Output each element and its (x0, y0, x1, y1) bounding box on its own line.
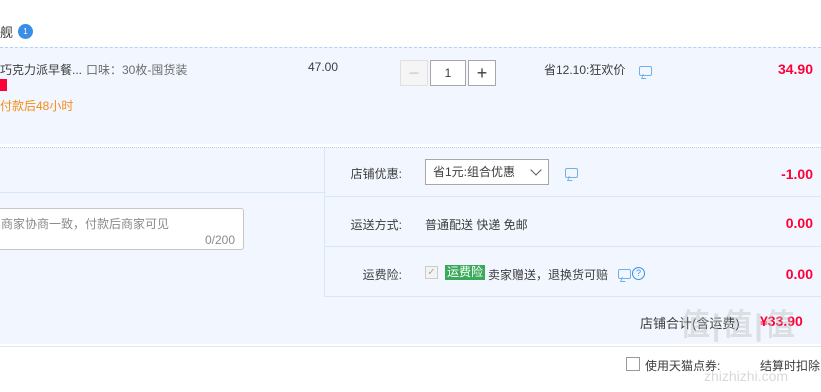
insurance-amount: 0.00 (785, 266, 813, 282)
coupon-amount: -1.00 (781, 166, 813, 182)
watermark: 值|值|值 (680, 309, 797, 342)
wangwang-chat-icon[interactable]: 1 (18, 24, 33, 39)
promo-text: 省12.10:狂欢价 (544, 63, 626, 77)
divider (324, 196, 821, 197)
shop-name[interactable]: 舰 (0, 22, 13, 41)
qty-decrease-button[interactable]: − (400, 60, 428, 86)
item-attributes: 口味：30枚-囤货装 (86, 63, 188, 77)
coupon-comment-icon[interactable] (565, 168, 578, 178)
qty-increase-button[interactable]: + (468, 60, 496, 86)
buyer-message-textarea[interactable]: 商家协商一致，付款后商家可见 0/200 (0, 208, 244, 250)
message-char-count: 0/200 (204, 233, 235, 247)
shipping-insurance-label: 运费险: (362, 268, 402, 282)
divider (324, 296, 821, 297)
shipping-amount: 0.00 (785, 215, 813, 231)
item-subtotal: 34.90 (777, 61, 813, 77)
insurance-description: 卖家赠送，退换货可赔 (488, 268, 609, 282)
shop-coupon-label: 店铺优惠: (350, 167, 402, 181)
divider (0, 192, 324, 193)
insurance-badge: 运费险 (445, 265, 486, 280)
divider (0, 346, 821, 347)
help-icon[interactable]: ? (632, 267, 645, 280)
qty-input[interactable]: 1 (430, 60, 466, 86)
divider (324, 246, 821, 247)
insurance-comment-icon[interactable] (618, 269, 631, 279)
item-title-link[interactable]: 巧克力派早餐... (0, 61, 82, 78)
chevron-down-icon (530, 164, 542, 176)
shop-coupon-value: 省1元:组合优惠 (433, 165, 516, 179)
promo-comment-icon[interactable] (639, 66, 652, 76)
shipping-method-value: 普通配送 快递 免邮 (425, 218, 528, 232)
unit-price: 47.00 (308, 60, 339, 74)
watermark-url: zhizhizhi.com (704, 368, 789, 384)
shipping-time-note: 付款后48小时 (0, 99, 74, 113)
shop-coupon-select[interactable]: 省1元:组合优惠 (425, 159, 549, 185)
insurance-checkbox: ✓ (425, 266, 438, 279)
item-row: 巧克力派早餐... 口味：30枚-囤货装 付款后48小时 47.00 − 1 +… (0, 47, 821, 144)
message-placeholder: 商家协商一致，付款后商家可见 (1, 217, 170, 231)
shipping-method-label: 运送方式: (350, 218, 402, 232)
promo-tag-icon (0, 79, 7, 91)
tmall-coupon-checkbox[interactable] (626, 357, 640, 371)
